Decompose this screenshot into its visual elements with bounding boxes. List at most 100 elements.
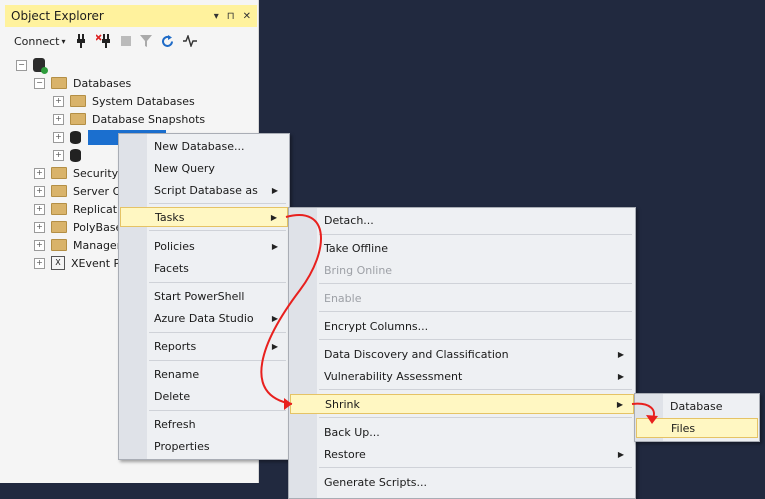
- submenu-arrow-icon: ▶: [617, 349, 624, 359]
- menu-item-new-database[interactable]: New Database...: [120, 136, 288, 156]
- menu-item-start-powershell[interactable]: Start PowerShell: [120, 286, 288, 306]
- expand-icon[interactable]: +: [53, 113, 64, 125]
- pin-icon[interactable]: ⊓: [227, 11, 235, 22]
- menu-item-delete[interactable]: Delete: [120, 386, 288, 406]
- menu-item-azure-data-studio[interactable]: Azure Data Studio ▶: [120, 308, 288, 328]
- expand-icon[interactable]: +: [34, 221, 45, 233]
- object-explorer-titlebar: Object Explorer ▾ ⊓ ✕: [5, 5, 257, 27]
- menu-item-properties[interactable]: Properties: [120, 436, 288, 456]
- expand-icon[interactable]: +: [34, 257, 45, 269]
- database-icon: [70, 130, 81, 144]
- tree-node-database-snapshots[interactable]: + Database Snapshots: [53, 110, 205, 128]
- menu-item-policies[interactable]: Policies ▶: [120, 236, 288, 256]
- tree-node-replication[interactable]: + Replicatio: [34, 200, 127, 218]
- collapse-icon[interactable]: −: [16, 59, 27, 71]
- menu-item-vulnerability-assessment[interactable]: Vulnerability Assessment ▶: [290, 366, 634, 386]
- menu-item-facets[interactable]: Facets: [120, 258, 288, 278]
- menu-item-reports[interactable]: Reports ▶: [120, 336, 288, 356]
- expand-icon[interactable]: +: [53, 131, 64, 143]
- menu-item-tasks[interactable]: Tasks ▶: [120, 207, 288, 227]
- folder-icon: [51, 185, 67, 197]
- refresh-icon[interactable]: [161, 34, 174, 48]
- tree-node-polybase[interactable]: + PolyBase: [34, 218, 122, 236]
- collapse-icon[interactable]: −: [34, 77, 45, 89]
- menu-item-script-database-as[interactable]: Script Database as ▶: [120, 180, 288, 200]
- menu-item-restore[interactable]: Restore ▶: [290, 444, 634, 464]
- menu-item-label: Files: [671, 421, 696, 435]
- submenu-arrow-icon: ▶: [271, 313, 278, 323]
- menu-separator: [319, 389, 632, 390]
- submenu-arrow-icon: ▶: [616, 399, 623, 409]
- tree-node-database[interactable]: +: [53, 146, 88, 164]
- menu-item-enable: Enable: [290, 288, 634, 308]
- menu-item-label: Take Offline: [324, 241, 388, 255]
- menu-item-label: Shrink: [325, 397, 360, 411]
- menu-item-shrink[interactable]: Shrink ▶: [290, 394, 634, 414]
- menu-item-shrink-files[interactable]: Files: [636, 418, 758, 438]
- menu-item-shrink-database[interactable]: Database: [636, 396, 758, 416]
- tree-node-system-databases[interactable]: + System Databases: [53, 92, 195, 110]
- connect-button[interactable]: Connect ▾: [14, 35, 66, 48]
- server-node[interactable]: −: [16, 56, 52, 74]
- menu-item-label: Properties: [154, 439, 210, 453]
- tree-node-label: Database Snapshots: [92, 112, 206, 126]
- activity-monitor-icon[interactable]: [182, 35, 197, 47]
- expand-icon[interactable]: +: [34, 239, 45, 251]
- expand-icon[interactable]: +: [53, 95, 64, 107]
- close-icon[interactable]: ✕: [243, 11, 251, 22]
- tree-node-security[interactable]: + Security: [34, 164, 118, 182]
- menu-item-label: Script Database as: [154, 183, 258, 197]
- connect-plug-icon[interactable]: [75, 34, 87, 48]
- submenu-arrow-icon: ▶: [271, 241, 278, 251]
- menu-item-label: Rename: [154, 367, 200, 381]
- tree-node-databases[interactable]: − Databases: [34, 74, 131, 92]
- menu-item-label: Vulnerability Assessment: [324, 369, 463, 383]
- connect-label: Connect: [14, 34, 60, 48]
- menu-separator: [149, 203, 286, 204]
- tree-node-server-objects[interactable]: + Server Ob: [34, 182, 128, 200]
- menu-item-take-offline[interactable]: Take Offline: [290, 238, 634, 258]
- submenu-arrow-icon: ▶: [270, 212, 277, 222]
- menu-item-label: Tasks: [155, 210, 185, 224]
- tree-node-label: Security: [73, 166, 119, 180]
- menu-item-new-query[interactable]: New Query: [120, 158, 288, 178]
- tree-node-label: PolyBase: [73, 220, 123, 234]
- tree-node-label: XEvent Pr: [71, 256, 125, 270]
- expand-icon[interactable]: +: [34, 185, 45, 197]
- menu-item-label: Delete: [154, 389, 191, 403]
- folder-icon: [51, 221, 67, 233]
- expand-icon[interactable]: +: [34, 167, 45, 179]
- expand-icon[interactable]: +: [34, 203, 45, 215]
- folder-icon: [70, 95, 86, 107]
- menu-item-encrypt-columns[interactable]: Encrypt Columns...: [290, 316, 634, 336]
- menu-item-label: Restore: [324, 447, 366, 461]
- menu-item-label: Bring Online: [324, 263, 393, 277]
- stop-icon[interactable]: [120, 36, 131, 46]
- menu-item-data-discovery[interactable]: Data Discovery and Classification ▶: [290, 344, 634, 364]
- chevron-down-icon: ▾: [61, 36, 66, 46]
- submenu-arrow-icon: ▶: [617, 449, 624, 459]
- menu-item-generate-scripts[interactable]: Generate Scripts...: [290, 472, 634, 492]
- tree-node-management[interactable]: + Managen: [34, 236, 124, 254]
- database-context-menu: New Database... New Query Script Databas…: [118, 133, 290, 460]
- xevent-icon: X: [51, 256, 65, 270]
- menu-item-bring-online: Bring Online: [290, 260, 634, 280]
- expand-icon[interactable]: +: [53, 149, 64, 161]
- menu-item-label: Azure Data Studio: [154, 311, 254, 325]
- title-controls: ▾ ⊓ ✕: [214, 11, 251, 22]
- menu-item-refresh[interactable]: Refresh: [120, 414, 288, 434]
- menu-item-label: Generate Scripts...: [324, 475, 427, 489]
- menu-item-back-up[interactable]: Back Up...: [290, 422, 634, 442]
- window-position-icon[interactable]: ▾: [214, 11, 219, 22]
- disconnect-icon[interactable]: [95, 34, 112, 48]
- menu-item-label: Data Discovery and Classification: [324, 347, 509, 361]
- menu-item-label: Back Up...: [324, 425, 380, 439]
- menu-item-detach[interactable]: Detach...: [290, 210, 634, 230]
- shrink-submenu: Database Files: [634, 393, 760, 442]
- tree-node-label: Databases: [73, 76, 132, 90]
- menu-item-label: New Database...: [154, 139, 245, 153]
- menu-separator: [319, 234, 632, 235]
- tree-node-xevent-profiler[interactable]: + X XEvent Pr: [34, 254, 125, 272]
- menu-item-rename[interactable]: Rename: [120, 364, 288, 384]
- filter-icon[interactable]: [139, 35, 152, 47]
